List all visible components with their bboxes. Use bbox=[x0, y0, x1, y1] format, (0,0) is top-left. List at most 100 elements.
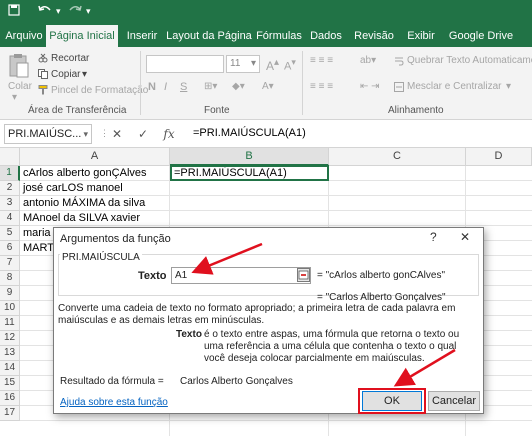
undo-dropdown-icon[interactable]: ▾ bbox=[56, 6, 61, 17]
row-header[interactable]: 14 bbox=[0, 361, 20, 376]
underline-button[interactable]: S bbox=[180, 81, 187, 93]
paste-label[interactable]: Colar bbox=[8, 81, 32, 92]
help-link[interactable]: Ajuda sobre esta função bbox=[60, 397, 168, 408]
clipboard-group-label: Área de Transferência bbox=[28, 105, 127, 116]
arg-label-texto: Texto bbox=[138, 270, 167, 282]
save-icon[interactable] bbox=[8, 4, 20, 19]
formula-input[interactable]: =PRI.MAIÚSCULA(A1) bbox=[193, 124, 528, 144]
paste-dropdown-icon[interactable]: ▾ bbox=[12, 92, 17, 103]
redo-icon[interactable] bbox=[68, 4, 82, 19]
format-painter-icon bbox=[38, 85, 48, 98]
copy-dropdown-icon[interactable]: ▾ bbox=[82, 69, 87, 80]
row-header[interactable]: 15 bbox=[0, 376, 20, 391]
row-header[interactable]: 16 bbox=[0, 391, 20, 406]
group-separator bbox=[140, 51, 141, 115]
fill-color-icon[interactable]: ◆▾ bbox=[232, 81, 245, 92]
row-header[interactable]: 7 bbox=[0, 256, 20, 271]
collapse-dialog-icon[interactable] bbox=[297, 268, 310, 282]
chevron-down-icon: ▾ bbox=[83, 129, 88, 139]
arg-result: = "cArlos alberto gonCAlves" bbox=[317, 270, 445, 281]
formula-bar: PRI.MAIÚSC... ▾ ⋮ ✕ ✓ fx =PRI.MAIÚSCULA(A… bbox=[0, 120, 532, 148]
function-result: = "Carlos Alberto Gonçalves" bbox=[317, 292, 446, 303]
wrap-text-button[interactable]: Quebrar Texto Automaticament bbox=[407, 55, 532, 66]
row-header[interactable]: 8 bbox=[0, 271, 20, 286]
merge-center-icon bbox=[394, 82, 404, 95]
column-header-c[interactable]: C bbox=[329, 148, 466, 166]
customize-qat-icon[interactable]: ▾ bbox=[86, 6, 91, 17]
row-header[interactable]: 9 bbox=[0, 286, 20, 301]
name-box[interactable]: PRI.MAIÚSC... ▾ bbox=[4, 124, 92, 144]
cell-a5[interactable]: maria bbox=[20, 226, 53, 241]
font-size-dropdown[interactable]: 11 ▾ bbox=[226, 55, 260, 73]
cell-a4[interactable]: MAnoel da SILVA xavier bbox=[20, 211, 170, 226]
name-box-value: PRI.MAIÚSC... bbox=[8, 128, 82, 140]
font-color-icon[interactable]: A▾ bbox=[262, 81, 274, 92]
merge-center-button[interactable]: Mesclar e Centralizar bbox=[407, 81, 501, 92]
column-header-b[interactable]: B bbox=[170, 148, 329, 166]
cancel-entry-button[interactable]: ✕ bbox=[106, 124, 128, 144]
alignment-group-label: Alinhamento bbox=[388, 105, 444, 116]
enter-button[interactable]: ✓ bbox=[132, 124, 154, 144]
row-header[interactable]: 13 bbox=[0, 346, 20, 361]
function-arguments-dialog: Argumentos da função ? ✕ PRI.MAIÚSCULA T… bbox=[53, 227, 484, 414]
close-icon[interactable]: ✕ bbox=[460, 230, 470, 244]
tab-formulas[interactable]: Fórmulas bbox=[254, 25, 304, 47]
texto-input[interactable]: A1 bbox=[171, 267, 311, 284]
format-painter-button[interactable]: Pincel de Formatação bbox=[51, 85, 148, 96]
row-header[interactable]: 10 bbox=[0, 301, 20, 316]
row-header[interactable]: 2 bbox=[0, 181, 20, 196]
row-header[interactable]: 17 bbox=[0, 406, 20, 421]
orientation-icon[interactable]: ab▾ bbox=[360, 55, 376, 66]
row-header[interactable]: 5 bbox=[0, 226, 20, 241]
font-group-label: Fonte bbox=[204, 105, 230, 116]
cancel-button[interactable]: Cancelar bbox=[428, 391, 480, 411]
tab-pagina-inicial[interactable]: Página Inicial bbox=[46, 25, 118, 47]
align-left-icon[interactable]: ≡ ≡ ≡ bbox=[310, 81, 333, 92]
italic-button[interactable]: I bbox=[164, 81, 167, 93]
tab-dados[interactable]: Dados bbox=[306, 25, 346, 47]
help-icon[interactable]: ? bbox=[430, 230, 437, 244]
decrease-font-icon[interactable]: A▾ bbox=[284, 57, 296, 73]
paste-icon[interactable] bbox=[8, 53, 30, 82]
column-header-d[interactable]: D bbox=[466, 148, 532, 166]
row-header[interactable]: 3 bbox=[0, 196, 20, 211]
arg-description: é o texto entre aspas, uma fórmula que r… bbox=[204, 329, 460, 364]
cell-a6[interactable]: MART bbox=[20, 241, 53, 256]
select-all-corner[interactable] bbox=[0, 148, 20, 166]
increase-font-icon[interactable]: A▴ bbox=[266, 57, 279, 73]
tab-inserir[interactable]: Inserir bbox=[120, 25, 164, 47]
tab-exibir[interactable]: Exibir bbox=[402, 25, 440, 47]
font-name-dropdown[interactable] bbox=[146, 55, 224, 73]
cell-a1[interactable]: cArlos alberto gonÇAlves bbox=[20, 166, 170, 181]
row-header[interactable]: 1 bbox=[0, 166, 20, 181]
arg-desc-name: Texto bbox=[176, 329, 202, 340]
borders-icon[interactable]: ⊞▾ bbox=[204, 81, 217, 92]
tab-google-drive[interactable]: Google Drive bbox=[446, 25, 516, 47]
cell-a3[interactable]: antonio MÁXIMA da silva bbox=[20, 196, 170, 211]
cut-button[interactable]: Recortar bbox=[51, 53, 89, 64]
formula-result-label: Resultado da fórmula = bbox=[60, 376, 164, 387]
row-header[interactable]: 11 bbox=[0, 316, 20, 331]
scissors-icon bbox=[38, 53, 48, 66]
bold-button[interactable]: N bbox=[148, 81, 156, 93]
indent-icon[interactable]: ⇤ ⇥ bbox=[360, 81, 380, 92]
cell-a2[interactable]: josé carLOS manoel bbox=[20, 181, 170, 196]
grid-line bbox=[20, 420, 532, 421]
ribbon-tabs: Arquivo Página Inicial Inserir Layout da… bbox=[0, 25, 532, 47]
copy-button[interactable]: Copiar bbox=[51, 69, 80, 80]
dialog-title: Argumentos da função bbox=[60, 233, 171, 245]
undo-icon[interactable] bbox=[38, 4, 52, 19]
row-header[interactable]: 4 bbox=[0, 211, 20, 226]
tab-layout[interactable]: Layout da Página bbox=[166, 25, 252, 47]
merge-dropdown-icon[interactable]: ▾ bbox=[506, 81, 511, 92]
column-header-a[interactable]: A bbox=[20, 148, 170, 166]
insert-function-button[interactable]: fx bbox=[158, 124, 180, 144]
tab-revisao[interactable]: Revisão bbox=[350, 25, 398, 47]
annotation-highlight-box bbox=[358, 388, 426, 414]
align-top-icon[interactable]: ≡ ≡ ≡ bbox=[310, 55, 333, 66]
row-header[interactable]: 12 bbox=[0, 331, 20, 346]
tab-arquivo[interactable]: Arquivo bbox=[2, 25, 46, 47]
font-size-value: 11 bbox=[230, 58, 241, 69]
formula-result-value: Carlos Alberto Gonçalves bbox=[180, 376, 293, 387]
row-header[interactable]: 6 bbox=[0, 241, 20, 256]
